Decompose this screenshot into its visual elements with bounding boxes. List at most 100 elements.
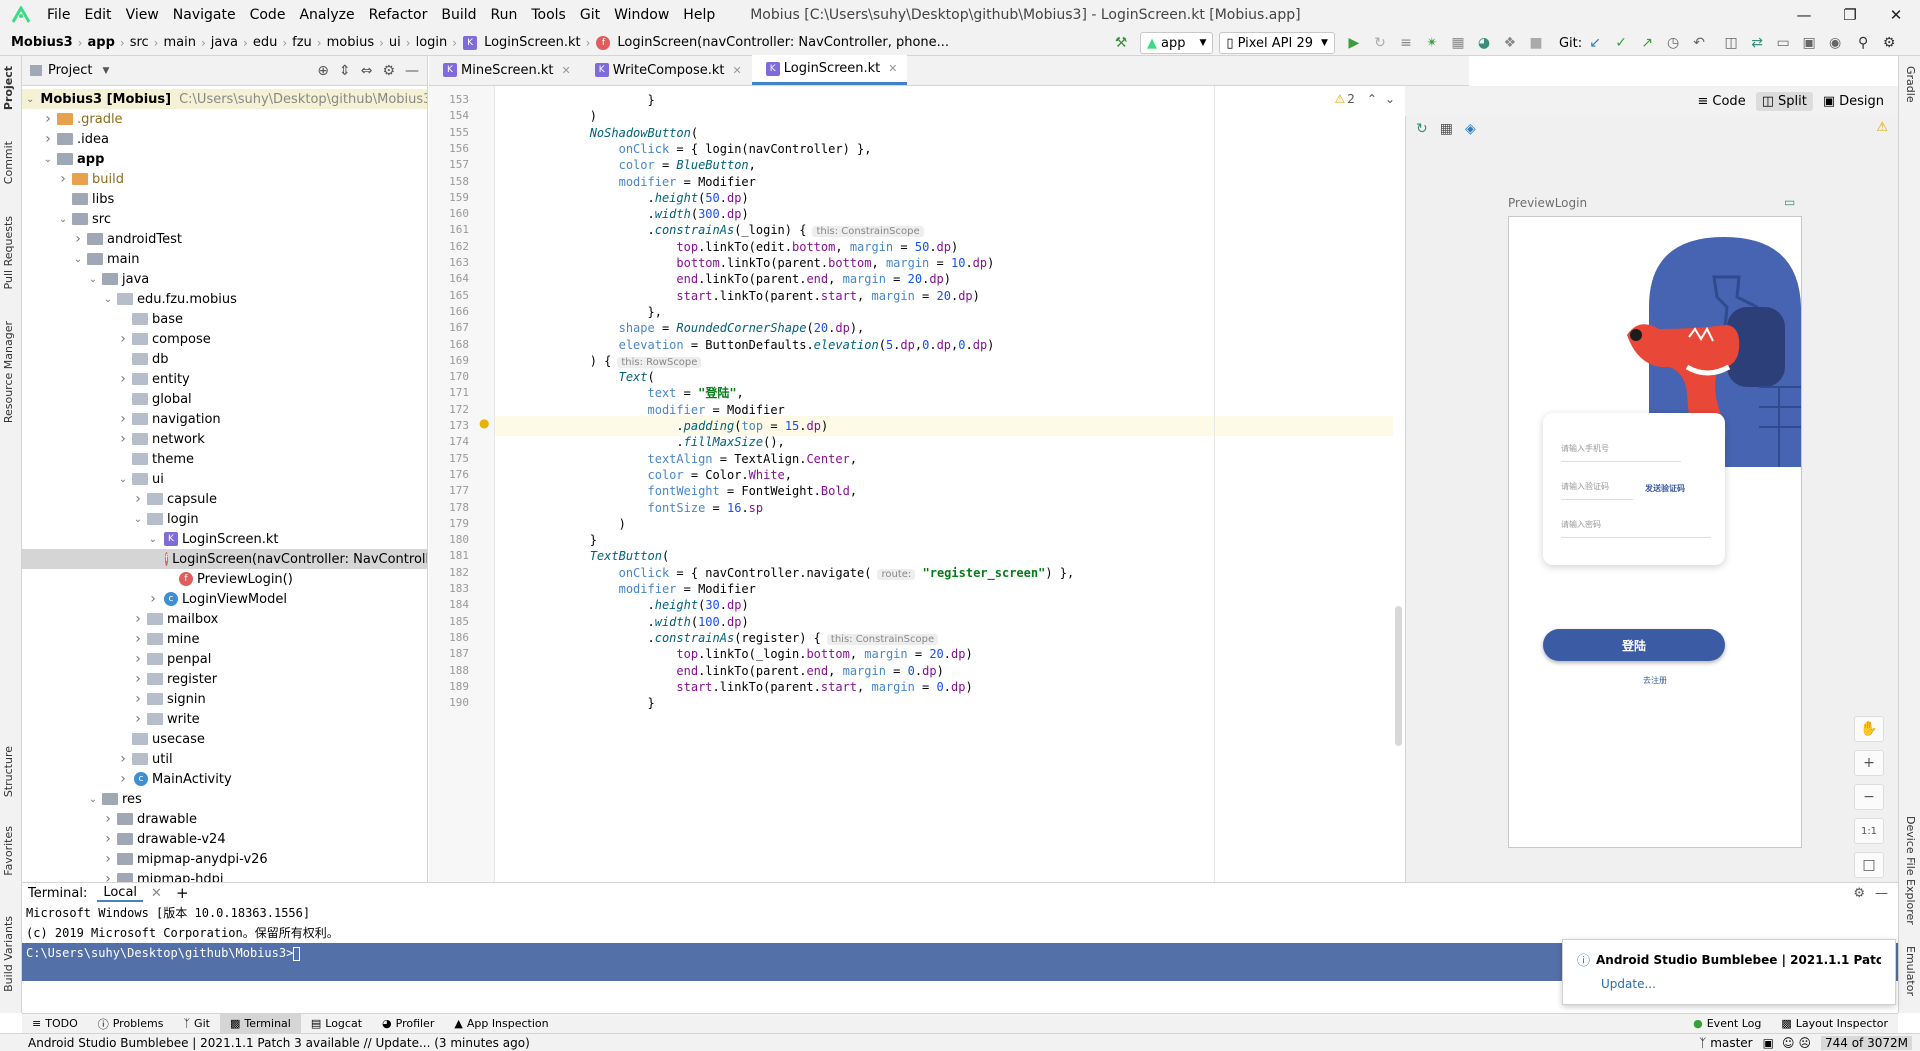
tree-node[interactable]: ⌄ edu.fzu.mobius <box>22 289 427 309</box>
collapsed-arrow-icon[interactable]: › <box>101 851 115 867</box>
collapsed-arrow-icon[interactable]: › <box>41 131 55 147</box>
collapsed-arrow-icon[interactable]: › <box>146 591 160 607</box>
split-mode-button[interactable]: ◫ Split <box>1755 91 1813 111</box>
breadcrumb-item[interactable]: LoginScreen.kt <box>481 35 584 50</box>
tool-tab-resource-manager[interactable]: Resource Manager <box>2 321 15 423</box>
avd-manager-icon[interactable]: ▭ <box>1772 32 1794 54</box>
collapse-all-icon[interactable]: ⇔ <box>361 63 373 79</box>
tree-node[interactable]: › network <box>22 429 427 449</box>
tree-node[interactable]: libs <box>22 189 427 209</box>
preview-warning-icon[interactable]: ⚠ <box>1876 120 1888 135</box>
tool-tab-gradle[interactable]: Gradle <box>1904 66 1917 103</box>
menu-item-edit[interactable]: Edit <box>77 0 118 30</box>
password-input[interactable]: 请输入密码 <box>1561 519 1601 530</box>
layout-options-icon[interactable]: ▦ <box>1440 121 1453 137</box>
tree-node[interactable]: › register <box>22 669 427 689</box>
tree-node[interactable]: › drawable <box>22 809 427 829</box>
breadcrumb-item[interactable]: mobius <box>324 35 378 50</box>
tree-node[interactable]: global <box>22 389 427 409</box>
pan-hand-icon[interactable]: ✋ <box>1854 716 1884 742</box>
collapsed-arrow-icon[interactable]: › <box>131 711 145 727</box>
register-link[interactable]: 去注册 <box>1509 675 1801 686</box>
menu-item-view[interactable]: View <box>119 0 166 30</box>
tool-tab-profiler[interactable]: ◕ Profiler <box>372 1014 444 1034</box>
menu-item-git[interactable]: Git <box>573 0 607 30</box>
menu-item-run[interactable]: Run <box>484 0 525 30</box>
terminal-tab-local[interactable]: Local <box>97 885 144 902</box>
deploy-preview-icon[interactable]: ▭ <box>1784 195 1795 209</box>
git-commit-icon[interactable]: ✓ <box>1610 32 1632 54</box>
editor-scrollbar[interactable] <box>1393 86 1405 882</box>
breadcrumb-item[interactable]: app <box>84 35 117 50</box>
tree-node[interactable]: ⌄ res <box>22 789 427 809</box>
tree-node[interactable]: ⌄ app <box>22 149 427 169</box>
chevron-down-icon[interactable]: ▼ <box>102 66 109 76</box>
code-input[interactable]: 请输入验证码 <box>1561 481 1609 492</box>
expanded-arrow-icon[interactable]: ⌄ <box>71 254 85 265</box>
expanded-arrow-icon[interactable]: ⌄ <box>131 514 145 525</box>
sync-gradle-icon[interactable]: ⇄ <box>1746 32 1768 54</box>
collapsed-arrow-icon[interactable]: › <box>116 431 130 447</box>
tool-tab-event-log[interactable]: ● Event Log <box>1683 1014 1771 1034</box>
collapsed-arrow-icon[interactable]: › <box>116 411 130 427</box>
collapsed-arrow-icon[interactable]: › <box>56 171 70 187</box>
collapsed-arrow-icon[interactable]: › <box>101 811 115 827</box>
collapsed-arrow-icon[interactable]: › <box>116 771 130 787</box>
tree-node[interactable]: db <box>22 349 427 369</box>
editor-tab[interactable]: K MineScreen.kt ✕ <box>429 55 581 85</box>
tree-node[interactable]: › .idea <box>22 129 427 149</box>
tree-node[interactable]: ⌄ login <box>22 509 427 529</box>
collapsed-arrow-icon[interactable]: › <box>131 671 145 687</box>
menu-item-refactor[interactable]: Refactor <box>362 0 435 30</box>
code-mode-button[interactable]: ≡ Code <box>1692 92 1752 111</box>
profiler-icon[interactable]: ◕ <box>1473 32 1495 54</box>
update-notification[interactable]: ⓘ Android Studio Bumblebee | 2021.1.1 Pat… <box>1562 939 1896 1005</box>
hide-panel-icon[interactable]: — <box>1875 886 1888 901</box>
expand-all-icon[interactable]: ⇕ <box>339 63 351 79</box>
scrollbar-thumb[interactable] <box>1395 606 1402 746</box>
breadcrumb-item[interactable]: Mobius3 <box>8 35 76 50</box>
tree-node[interactable]: › write <box>22 709 427 729</box>
tree-node[interactable]: › util <box>22 749 427 769</box>
git-update-icon[interactable]: ↙ <box>1584 32 1606 54</box>
locate-icon[interactable]: ⊕ <box>317 63 329 79</box>
tree-node[interactable]: › mine <box>22 629 427 649</box>
update-link[interactable]: Update... <box>1601 977 1881 991</box>
menu-item-file[interactable]: File <box>40 0 77 30</box>
collapsed-arrow-icon[interactable]: › <box>116 331 130 347</box>
design-mode-button[interactable]: ▣ Design <box>1817 92 1890 111</box>
hammer-icon[interactable]: ⚒ <box>1110 32 1132 54</box>
lock-icon[interactable]: ▣ <box>1763 1036 1774 1050</box>
breadcrumb-item[interactable]: ui <box>386 35 404 50</box>
collapsed-arrow-icon[interactable]: › <box>131 611 145 627</box>
send-code-button[interactable]: 发送验证码 <box>1645 483 1685 494</box>
rerun-icon[interactable]: ↻ <box>1369 32 1391 54</box>
close-tab-icon[interactable]: ✕ <box>733 64 742 77</box>
git-branch-label[interactable]: master <box>1710 1036 1752 1050</box>
breadcrumb-item[interactable]: login <box>413 35 451 50</box>
account-icon[interactable]: ◉ <box>1824 32 1846 54</box>
tool-tab-favorites[interactable]: Favorites <box>2 826 15 876</box>
tree-node[interactable]: › penpal <box>22 649 427 669</box>
tool-tab-structure[interactable]: Structure <box>2 746 15 797</box>
minimize-icon[interactable]: — <box>1781 0 1827 30</box>
close-tab-icon[interactable]: ✕ <box>562 64 571 77</box>
expanded-arrow-icon[interactable]: ⌄ <box>101 294 115 305</box>
tree-node[interactable]: › androidTest <box>22 229 427 249</box>
zoom-reset-button[interactable]: 1:1 <box>1854 818 1884 844</box>
zoom-out-icon[interactable]: − <box>1854 784 1884 810</box>
menu-item-help[interactable]: Help <box>676 0 722 30</box>
tool-tab-git[interactable]: ᛉ Git <box>173 1014 220 1034</box>
collapsed-arrow-icon[interactable]: › <box>101 871 115 882</box>
menu-item-window[interactable]: Window <box>607 0 676 30</box>
tree-node[interactable]: theme <box>22 449 427 469</box>
gear-icon[interactable]: ⚙ <box>382 63 395 79</box>
inspection-widget[interactable]: ⚠ 2 ⌃ ⌄ <box>1334 92 1395 106</box>
tree-node[interactable]: › c MainActivity <box>22 769 427 789</box>
editor-tab[interactable]: K LoginScreen.kt ✕ <box>751 55 908 85</box>
sdk-manager-icon[interactable]: ▣ <box>1798 32 1820 54</box>
phone-input[interactable]: 请输入手机号 <box>1561 443 1609 454</box>
tree-node[interactable]: › entity <box>22 369 427 389</box>
collapsed-arrow-icon[interactable]: › <box>101 831 115 847</box>
rollback-icon[interactable]: ↶ <box>1688 32 1710 54</box>
